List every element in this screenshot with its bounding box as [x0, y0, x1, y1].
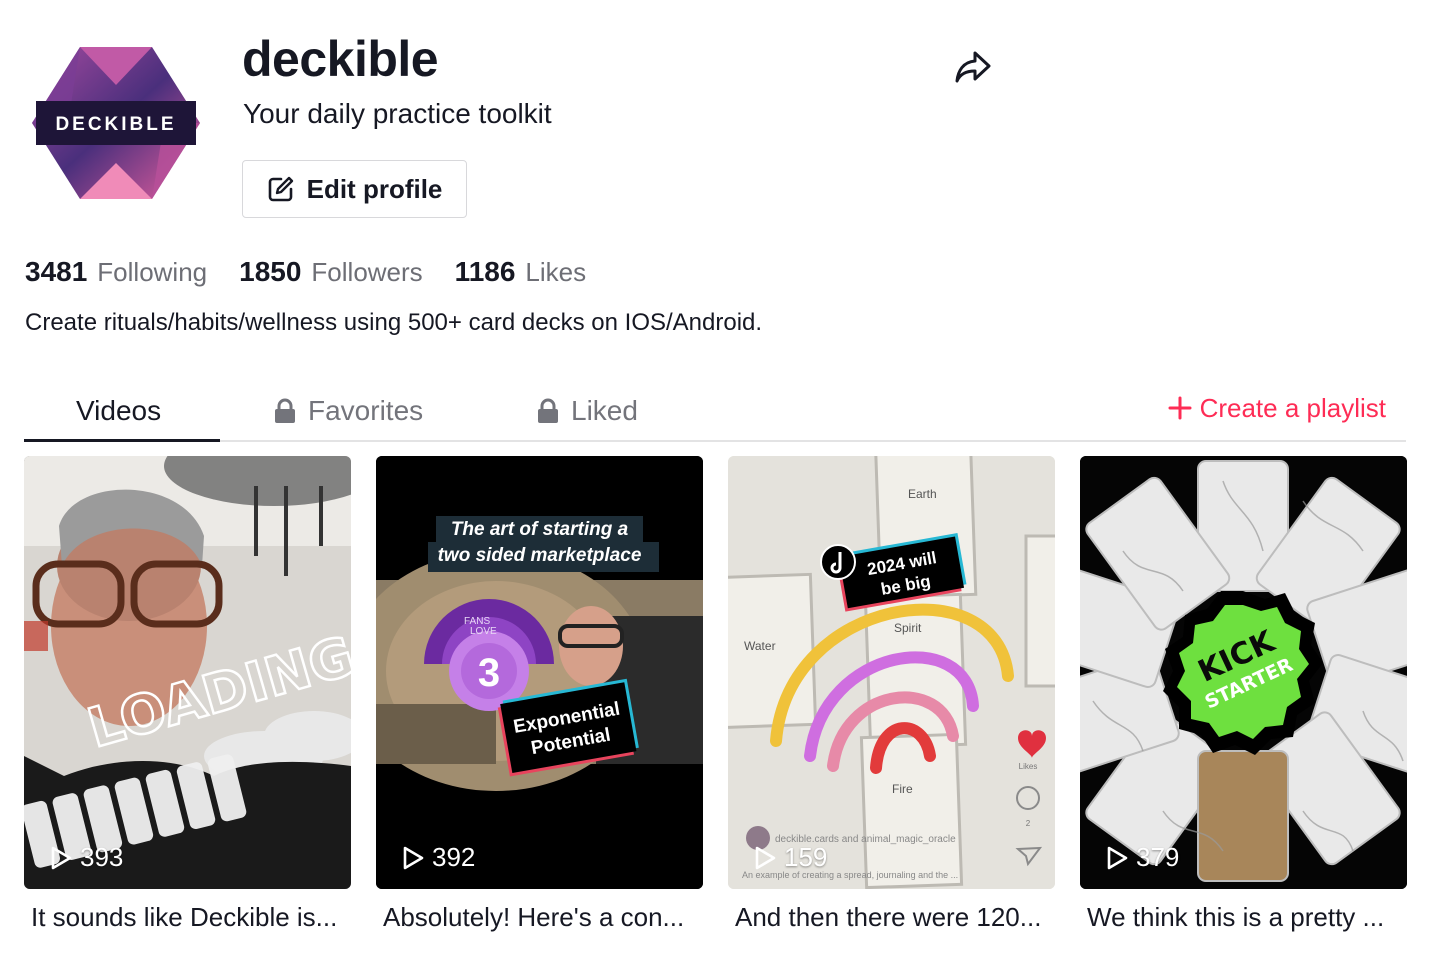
tab-favorites[interactable]: Favorites: [274, 380, 423, 442]
nickname: Your daily practice toolkit: [243, 98, 552, 129]
badge-number: 3: [478, 651, 500, 695]
comment-count: 2: [1026, 819, 1031, 828]
view-count-value: 379: [1136, 842, 1180, 872]
likes-label: Likes: [525, 257, 587, 287]
followers-count: 1850: [239, 256, 302, 287]
tab-liked[interactable]: Liked: [537, 380, 638, 442]
profile-tabs: Videos Favorites Liked Create a playlist: [24, 380, 1406, 442]
likes-count: 1186: [454, 256, 516, 287]
active-tab-indicator: [24, 439, 220, 442]
edit-icon: [268, 176, 293, 202]
video-caption[interactable]: Absolutely! Here's a con...: [376, 902, 696, 933]
card-label: Water: [744, 639, 776, 653]
video-card[interactable]: Earth Spirit Water Fire 2024 will be big: [728, 456, 1055, 933]
video-grid: LOADING 393 It sounds like Deckible is..…: [24, 456, 1407, 933]
video-caption[interactable]: We think this is a pretty ...: [1080, 902, 1400, 933]
share-button[interactable]: [952, 46, 994, 88]
stat-following[interactable]: 3481 Following: [25, 256, 207, 288]
likes-label: Likes: [1019, 762, 1038, 771]
edit-profile-label: Edit profile: [306, 173, 443, 204]
view-count: 392: [402, 842, 475, 873]
view-count: 159: [754, 842, 827, 873]
lock-icon: [275, 398, 295, 423]
view-count-value: 159: [784, 842, 828, 872]
stat-likes: 1186 Likes: [455, 256, 586, 288]
view-count: 379: [1106, 842, 1179, 873]
card-label: Spirit: [894, 621, 922, 635]
card-label: Earth: [908, 487, 937, 501]
bio: Create rituals/habits/wellness using 500…: [25, 309, 763, 336]
video-card[interactable]: LOADING 393 It sounds like Deckible is..…: [24, 456, 351, 933]
plus-icon: [1168, 396, 1192, 420]
video-thumbnail-image: LOADING: [24, 456, 351, 889]
video-card[interactable]: KICK STARTER 379 We think this is a pret…: [1080, 456, 1407, 933]
card-label: Fire: [892, 782, 913, 796]
video-thumbnail-image: Earth Spirit Water Fire 2024 will be big: [728, 456, 1055, 889]
overlay-title-line: The art of starting a: [450, 519, 629, 540]
play-icon: [1107, 846, 1128, 869]
tab-videos[interactable]: Videos: [76, 380, 161, 442]
followers-label: Followers: [311, 257, 423, 287]
tab-favorites-label: Favorites: [308, 395, 424, 426]
tab-videos-label: Videos: [76, 395, 162, 426]
create-playlist-label: Create a playlist: [1199, 392, 1386, 423]
following-count: 3481: [25, 256, 88, 287]
view-count-value: 393: [80, 842, 124, 872]
video-caption[interactable]: It sounds like Deckible is...: [24, 902, 344, 933]
profile-stats: 3481 Following 1850 Followers 1186 Likes: [25, 256, 586, 288]
video-card[interactable]: 3 FANS LOVE Exponential Potential The ar…: [376, 456, 703, 933]
play-icon: [755, 846, 776, 869]
video-thumbnail-image: KICK STARTER: [1080, 456, 1407, 889]
badge-text: LOVE: [470, 626, 497, 637]
stat-followers[interactable]: 1850 Followers: [239, 256, 423, 288]
play-icon: [403, 846, 424, 869]
tab-liked-label: Liked: [571, 395, 638, 426]
avatar[interactable]: DECKIBLE: [30, 45, 202, 201]
avatar-logo-text: DECKIBLE: [55, 114, 176, 135]
share-icon: [955, 51, 991, 83]
edit-profile-button[interactable]: Edit profile: [242, 160, 467, 218]
following-label: Following: [97, 257, 208, 287]
view-count: 393: [50, 842, 123, 873]
video-thumbnail[interactable]: LOADING 393: [24, 456, 351, 889]
username: deckible: [242, 31, 439, 87]
lock-icon: [538, 398, 558, 423]
video-thumbnail[interactable]: 3 FANS LOVE Exponential Potential The ar…: [376, 456, 703, 889]
view-count-value: 392: [432, 842, 476, 872]
video-thumbnail[interactable]: Earth Spirit Water Fire 2024 will be big: [728, 456, 1055, 889]
create-playlist-button[interactable]: Create a playlist: [1168, 380, 1386, 436]
video-caption[interactable]: And then there were 120...: [728, 902, 1048, 933]
overlay-title-line: two sided marketplace: [437, 545, 642, 566]
play-icon: [51, 846, 72, 869]
video-thumbnail[interactable]: KICK STARTER 379: [1080, 456, 1407, 889]
